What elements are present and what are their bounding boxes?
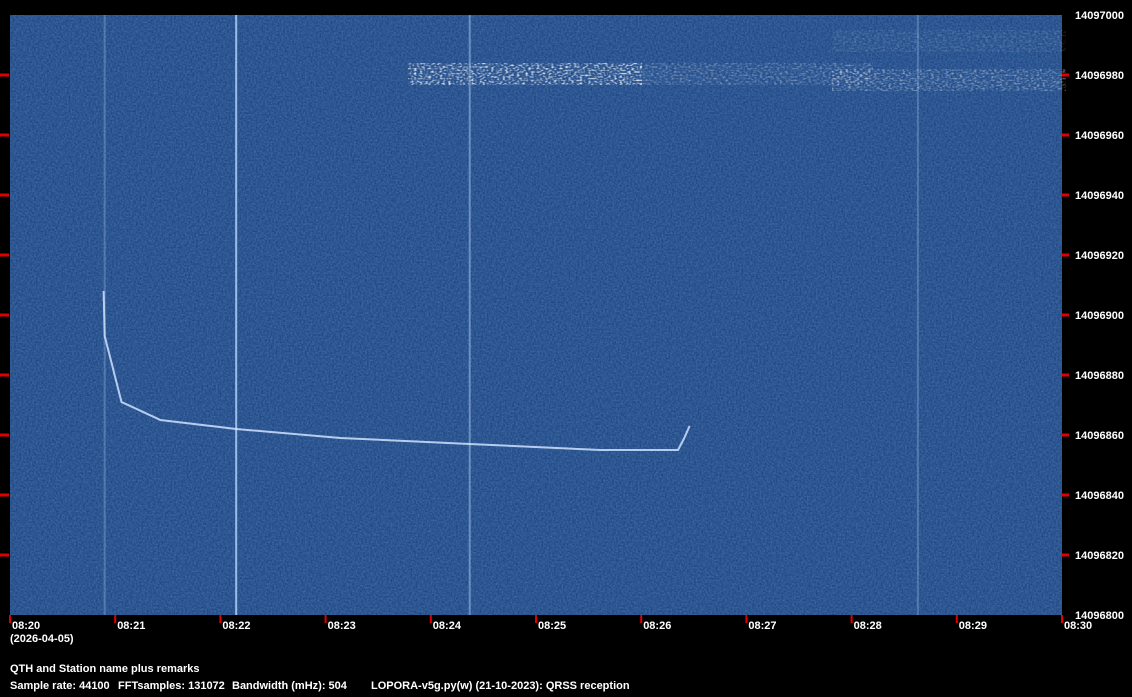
y-tick-label: 14096840 xyxy=(1075,490,1124,502)
y-tick-label: 14096860 xyxy=(1075,430,1124,442)
footer-fft-samples: FFTsamples: 131072 xyxy=(118,680,225,692)
date-label: (2026-04-05) xyxy=(10,633,74,645)
x-tick-label: 08:30 xyxy=(1064,620,1092,632)
x-tick-label: 08:29 xyxy=(959,620,987,632)
x-tick-label: 08:27 xyxy=(748,620,776,632)
y-tick-label: 14096960 xyxy=(1075,130,1124,142)
x-tick-label: 08:28 xyxy=(854,620,882,632)
y-tick-label: 14096940 xyxy=(1075,190,1124,202)
spectrogram-chart: 14097000 14096980 14096960 14096940 14096920… xyxy=(0,10,1124,645)
y-tick-label: 14096880 xyxy=(1075,370,1124,382)
y-tick-label: 14096900 xyxy=(1075,310,1124,322)
x-tick-label: 08:22 xyxy=(222,620,250,632)
x-tick-label: 08:21 xyxy=(117,620,145,632)
y-tick-label: 14096820 xyxy=(1075,550,1124,562)
x-tick-label: 08:23 xyxy=(328,620,356,632)
x-tick-label: 08:25 xyxy=(538,620,566,632)
y-tick-label: 14097000 xyxy=(1075,10,1124,22)
x-tick-label: 08:20 xyxy=(12,620,40,632)
plot-noise xyxy=(10,15,1062,615)
signal-burst xyxy=(640,65,852,83)
footer-sample-rate: Sample rate: 44100 xyxy=(10,680,110,692)
signal-burst xyxy=(851,32,1047,50)
y-tick-label: 14096980 xyxy=(1075,70,1124,82)
y-tick-label: 14096920 xyxy=(1075,250,1124,262)
signal-burst xyxy=(427,65,623,83)
x-tick-label: 08:24 xyxy=(433,620,462,632)
signal-burst xyxy=(851,71,1047,89)
x-tick-label: 08:26 xyxy=(643,620,671,632)
footer-remarks: QTH and Station name plus remarks xyxy=(10,663,200,675)
footer-bandwidth: Bandwidth (mHz): 504 xyxy=(232,680,347,692)
footer-program: LOPORA-v5g.py(w) (21-10-2023): QRSS rece… xyxy=(371,680,630,692)
